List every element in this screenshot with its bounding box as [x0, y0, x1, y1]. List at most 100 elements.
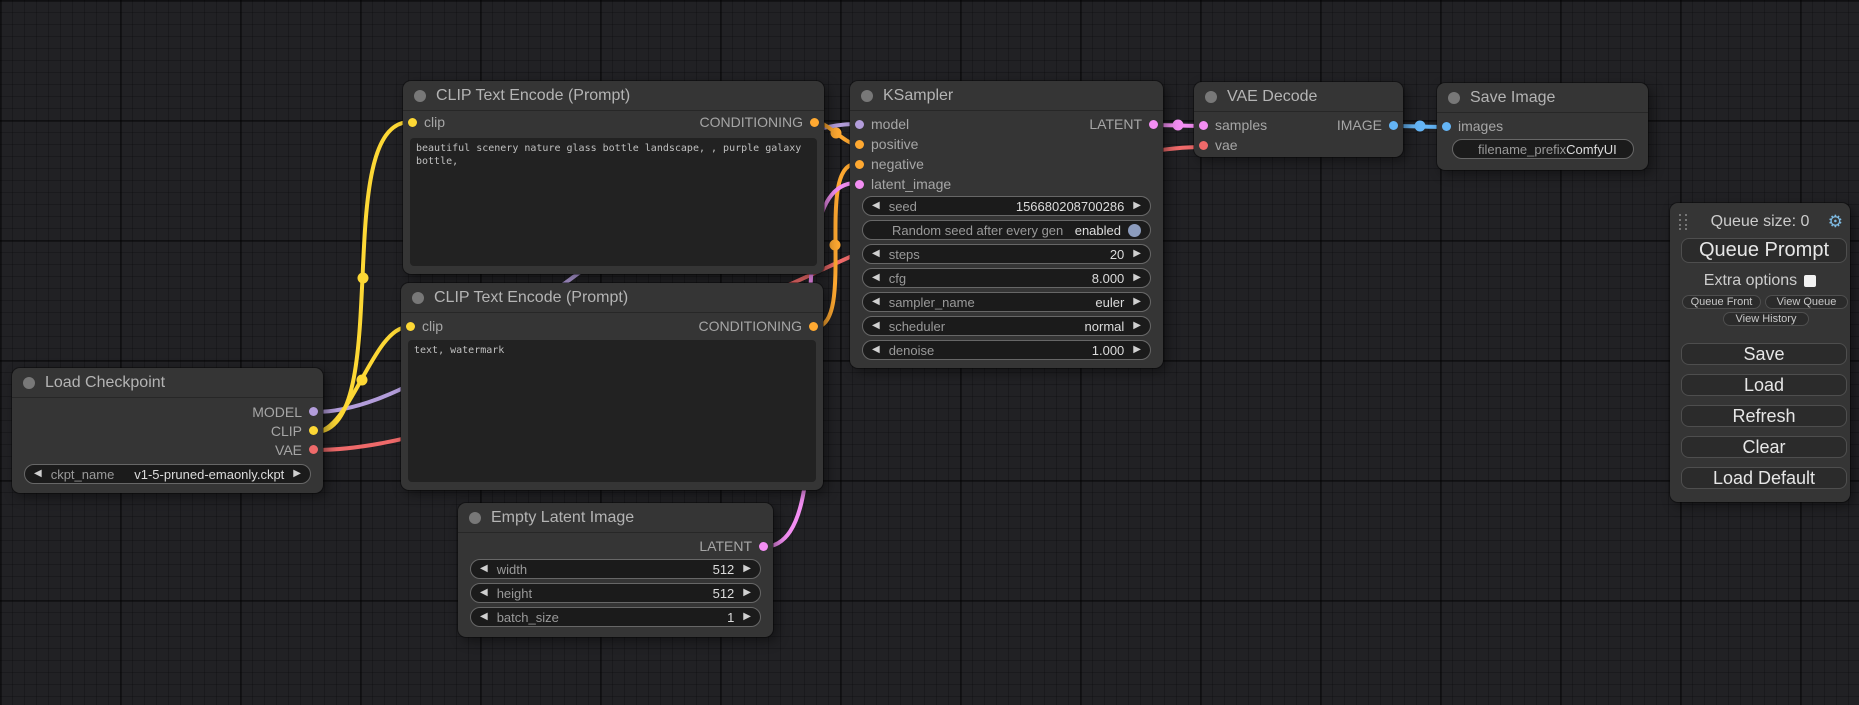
node-save-image[interactable]: Save Image images filename_prefix ComfyU… [1437, 83, 1648, 170]
node-load-checkpoint[interactable]: Load Checkpoint MODEL CLIP VAE ◀ ckpt_na… [12, 368, 323, 493]
collapse-dot-icon[interactable] [469, 512, 481, 524]
port-dot-latent-output[interactable] [759, 542, 768, 551]
extra-options-checkbox[interactable] [1804, 275, 1816, 287]
node-title-bar[interactable]: KSampler [850, 81, 1163, 111]
input-label-clip: clip [424, 114, 445, 130]
collapse-dot-icon[interactable] [1205, 91, 1217, 103]
decrement-arrow-icon[interactable]: ◀ [480, 588, 488, 598]
widget-label: scheduler [889, 319, 945, 334]
increment-arrow-icon[interactable]: ▶ [743, 612, 751, 622]
increment-arrow-icon[interactable]: ▶ [1133, 249, 1141, 259]
port-dot-samples-input[interactable] [1199, 121, 1208, 130]
node-clip-text-encode-negative[interactable]: CLIP Text Encode (Prompt) clip CONDITION… [401, 283, 823, 490]
decrement-arrow-icon[interactable]: ◀ [872, 201, 880, 211]
widget-value: 1.000 [1092, 343, 1125, 358]
node-title-bar[interactable]: CLIP Text Encode (Prompt) [403, 81, 824, 111]
widget-label: sampler_name [889, 295, 975, 310]
collapse-dot-icon[interactable] [414, 90, 426, 102]
port-row-samples: samples IMAGE [1194, 115, 1403, 135]
increment-arrow-icon[interactable]: ▶ [293, 469, 301, 479]
seed-widget[interactable]: ◀ seed 156680208700286 ▶ [862, 196, 1151, 216]
width-widget[interactable]: ◀ width 512 ▶ [470, 559, 761, 579]
output-label-image: IMAGE [1337, 117, 1382, 133]
node-ksampler[interactable]: KSampler model LATENT positive negative … [850, 81, 1163, 368]
random-seed-widget[interactable]: Random seed after every gen enabled [862, 220, 1151, 240]
height-widget[interactable]: ◀ height 512 ▶ [470, 583, 761, 603]
port-dot-vae-input[interactable] [1199, 141, 1208, 150]
decrement-arrow-icon[interactable]: ◀ [480, 564, 488, 574]
port-dot-model-input[interactable] [855, 120, 864, 129]
denoise-widget[interactable]: ◀ denoise 1.000 ▶ [862, 340, 1151, 360]
collapse-dot-icon[interactable] [412, 292, 424, 304]
decrement-arrow-icon[interactable]: ◀ [872, 249, 880, 259]
scheduler-widget[interactable]: ◀ scheduler normal ▶ [862, 316, 1151, 336]
port-dot-clip-output[interactable] [309, 426, 318, 435]
port-dot-conditioning-output[interactable] [809, 322, 818, 331]
port-dot-clip-input[interactable] [408, 118, 417, 127]
increment-arrow-icon[interactable]: ▶ [1133, 273, 1141, 283]
node-title: CLIP Text Encode (Prompt) [434, 289, 628, 307]
prompt-textarea[interactable]: text, watermark [408, 340, 816, 482]
node-title-bar[interactable]: Load Checkpoint [12, 368, 323, 398]
port-dot-negative-input[interactable] [855, 160, 864, 169]
clear-button[interactable]: Clear [1681, 436, 1847, 458]
increment-arrow-icon[interactable]: ▶ [743, 588, 751, 598]
port-dot-positive-input[interactable] [855, 140, 864, 149]
queue-prompt-button[interactable]: Queue Prompt [1681, 238, 1847, 263]
increment-arrow-icon[interactable]: ▶ [743, 564, 751, 574]
collapse-dot-icon[interactable] [23, 377, 35, 389]
decrement-arrow-icon[interactable]: ◀ [480, 612, 488, 622]
node-empty-latent-image[interactable]: Empty Latent Image LATENT ◀ width 512 ▶ … [458, 503, 773, 637]
toggle-dot-icon[interactable] [1128, 224, 1141, 237]
decrement-arrow-icon[interactable]: ◀ [34, 469, 42, 479]
node-vae-decode[interactable]: VAE Decode samples IMAGE vae [1194, 82, 1403, 157]
steps-widget[interactable]: ◀ steps 20 ▶ [862, 244, 1151, 264]
decrement-arrow-icon[interactable]: ◀ [872, 273, 880, 283]
collapse-dot-icon[interactable] [1448, 92, 1460, 104]
node-title-bar[interactable]: VAE Decode [1194, 82, 1403, 112]
cfg-widget[interactable]: ◀ cfg 8.000 ▶ [862, 268, 1151, 288]
drag-handle-icon[interactable] [1679, 214, 1689, 231]
increment-arrow-icon[interactable]: ▶ [1133, 345, 1141, 355]
gear-icon[interactable]: ⚙ [1828, 211, 1843, 233]
output-label-conditioning: CONDITIONING [699, 318, 802, 334]
port-dot-latent-output[interactable] [1149, 120, 1158, 129]
queue-front-button[interactable]: Queue Front [1682, 295, 1761, 309]
widget-label: cfg [889, 271, 906, 286]
decrement-arrow-icon[interactable]: ◀ [872, 321, 880, 331]
load-button[interactable]: Load [1681, 374, 1847, 396]
port-dot-model-output[interactable] [309, 407, 318, 416]
node-graph-canvas[interactable]: { "colors": { "model": "#b39ddb", "clip"… [0, 0, 1859, 705]
filename-prefix-widget[interactable]: filename_prefix ComfyUI [1452, 139, 1634, 159]
prompt-textarea[interactable]: beautiful scenery nature glass bottle la… [410, 138, 817, 266]
port-dot-conditioning-output[interactable] [810, 118, 819, 127]
ckpt-name-widget[interactable]: ◀ ckpt_name v1-5-pruned-emaonly.ckpt ▶ [24, 464, 311, 484]
view-history-button[interactable]: View History [1723, 312, 1809, 326]
port-dot-image-output[interactable] [1389, 121, 1398, 130]
load-default-button[interactable]: Load Default [1681, 467, 1847, 489]
node-title: Empty Latent Image [491, 509, 634, 527]
decrement-arrow-icon[interactable]: ◀ [872, 297, 880, 307]
output-row-model: MODEL [12, 402, 323, 421]
increment-arrow-icon[interactable]: ▶ [1133, 297, 1141, 307]
node-title-bar[interactable]: CLIP Text Encode (Prompt) [401, 283, 823, 313]
port-dot-vae-output[interactable] [309, 445, 318, 454]
port-dot-latent-image-input[interactable] [855, 180, 864, 189]
widget-label: width [497, 562, 527, 577]
save-button[interactable]: Save [1681, 343, 1847, 365]
node-title-bar[interactable]: Empty Latent Image [458, 503, 773, 533]
queue-panel: Queue size: 0 ⚙ Queue Prompt Extra optio… [1670, 203, 1850, 502]
decrement-arrow-icon[interactable]: ◀ [872, 345, 880, 355]
collapse-dot-icon[interactable] [861, 90, 873, 102]
widget-value: 1 [727, 610, 734, 625]
node-title-bar[interactable]: Save Image [1437, 83, 1648, 113]
port-dot-images-input[interactable] [1442, 122, 1451, 131]
view-queue-button[interactable]: View Queue [1765, 295, 1848, 309]
refresh-button[interactable]: Refresh [1681, 405, 1847, 427]
increment-arrow-icon[interactable]: ▶ [1133, 201, 1141, 211]
node-clip-text-encode-positive[interactable]: CLIP Text Encode (Prompt) clip CONDITION… [403, 81, 824, 274]
sampler-name-widget[interactable]: ◀ sampler_name euler ▶ [862, 292, 1151, 312]
port-dot-clip-input[interactable] [406, 322, 415, 331]
batch-size-widget[interactable]: ◀ batch_size 1 ▶ [470, 607, 761, 627]
increment-arrow-icon[interactable]: ▶ [1133, 321, 1141, 331]
